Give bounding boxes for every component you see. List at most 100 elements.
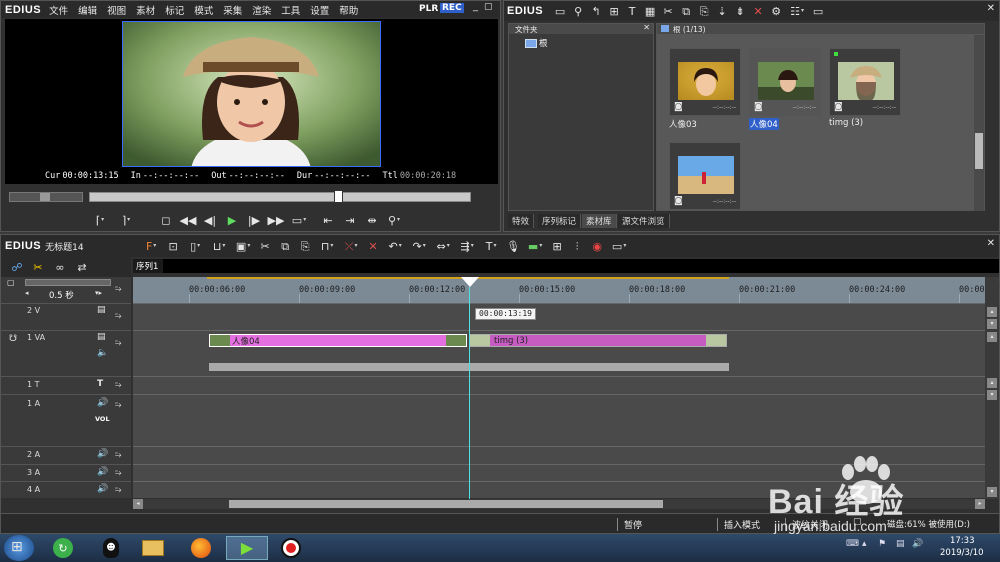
effect-mode-icon[interactable]: F ▾ <box>139 241 163 252</box>
bin-menu-icon[interactable]: ▭ <box>809 6 827 17</box>
scroll-up-icon[interactable]: ▴ <box>987 332 997 342</box>
view-icon[interactable]: ☷ ▾ <box>785 6 809 17</box>
clip-card[interactable]: ◙ --:--:--:-- <box>829 48 901 116</box>
taskbar-app-edius[interactable]: ▶ <box>226 536 268 560</box>
undo-icon[interactable]: ↶ ▾ <box>383 241 407 252</box>
bin-close-icon[interactable]: ✕ <box>987 4 995 14</box>
open-project-icon[interactable]: ⊔ ▾ <box>207 241 231 252</box>
video-track-icon[interactable]: ▤ <box>97 333 106 342</box>
track-header-a2[interactable]: 2 A 🔊 ⥲ <box>1 446 131 464</box>
shuttle-knob[interactable] <box>40 193 50 201</box>
track-expand-icon[interactable]: ⥲ <box>115 469 121 477</box>
track-lane-a1[interactable] <box>133 394 985 446</box>
track-lane-va1[interactable]: 人像04 timg (3) <box>133 330 985 376</box>
menu-capture[interactable]: 采集 <box>223 3 242 17</box>
scroll-down-icon[interactable]: ▾ <box>987 487 997 497</box>
overwrite-to-timeline-icon[interactable]: ⇥ <box>339 215 361 226</box>
add-to-timeline-icon[interactable]: ⇟ <box>731 6 749 17</box>
taskbar-app-qq[interactable]: ☻ <box>96 537 126 559</box>
sync-icon[interactable]: ∞ <box>49 262 71 273</box>
tab-sequence-markers[interactable]: 序列标记 <box>538 214 582 228</box>
play-icon[interactable]: ▶ <box>221 215 243 226</box>
folder-icon[interactable]: ▭ <box>551 6 569 17</box>
lock-icon[interactable]: ▢ <box>7 279 15 287</box>
menu-render[interactable]: 渲染 <box>252 3 271 17</box>
track-expand-icon[interactable]: ⥲ <box>115 339 121 347</box>
edit-mode-icon[interactable]: ✂ <box>27 262 49 273</box>
track-header-va1[interactable]: ☋ 1 VA ▤ 🔈 ⥲ <box>1 330 131 376</box>
scroll-thumb[interactable] <box>975 133 983 169</box>
delete-clip-icon[interactable]: ✕ <box>363 241 383 252</box>
paste-icon[interactable]: ⎘ <box>695 6 713 17</box>
track-expand-icon[interactable]: ⥲ <box>115 486 121 494</box>
clip-card[interactable]: ◙ --:--:--:-- <box>669 142 741 210</box>
rewind-icon[interactable]: ◀◀ <box>177 215 199 226</box>
delete-gap-icon[interactable]: ⤫ ▾ <box>339 241 363 252</box>
save-icon[interactable]: ▣ ▾ <box>231 241 255 252</box>
position-knob[interactable] <box>334 190 343 203</box>
link-icon[interactable]: ⇄ <box>71 262 93 273</box>
track-expand-icon[interactable]: ⥲ <box>115 451 121 459</box>
track-expand-icon[interactable]: ⥲ <box>115 312 121 320</box>
rec-toggle[interactable]: REC <box>440 3 464 13</box>
set-in-icon[interactable]: ⌈ ▾ <box>89 215 111 226</box>
timeline-clip[interactable]: 人像04 <box>209 334 467 347</box>
step-forward-icon[interactable]: |▶ <box>243 215 265 226</box>
track-header-v2[interactable]: 2 V ▤ ⥲ <box>1 303 131 330</box>
sync-lock-icon[interactable]: ☋ <box>9 335 17 344</box>
clip-card-selected[interactable]: ◙ --:--:--:-- <box>749 48 821 116</box>
step-back-icon[interactable]: ◀| <box>199 215 221 226</box>
plr-toggle[interactable]: PLR <box>419 4 438 14</box>
speaker-icon[interactable]: 🔊 <box>97 485 108 494</box>
audio-mute-icon[interactable]: 🔈 <box>97 349 108 358</box>
maximize-icon[interactable]: ▢ <box>484 3 493 12</box>
title-icon[interactable]: T <box>623 6 641 17</box>
delete-icon[interactable]: ✕ <box>749 6 767 17</box>
loop-icon[interactable]: ▭ ▾ <box>287 215 311 226</box>
sequence-tab[interactable]: 序列1 <box>133 259 163 273</box>
cut-icon[interactable]: ✂ <box>255 241 275 252</box>
color-bar-icon[interactable]: ▦ <box>641 6 659 17</box>
tab-effects[interactable]: 特效 <box>508 214 535 228</box>
taskbar-app-firefox[interactable] <box>186 537 216 559</box>
track-header-a3[interactable]: 3 A 🔊 ⥲ <box>1 464 131 481</box>
redo-icon[interactable]: ↷ ▾ <box>407 241 431 252</box>
ruler-mode-icon[interactable]: ⥲ <box>115 285 121 293</box>
track-header-t1[interactable]: 1 T T ⥲ <box>1 376 131 394</box>
match-frame-icon[interactable]: ⇹ <box>361 215 383 226</box>
add-clip-icon[interactable]: ⊞ <box>605 6 623 17</box>
properties-icon[interactable]: ⚙ <box>767 6 785 17</box>
ripple-icon[interactable]: ⇶ ▾ <box>455 241 479 252</box>
voiceover-icon[interactable]: 🎙 <box>503 241 523 252</box>
vol-label[interactable]: VOL <box>95 415 110 423</box>
search-icon[interactable]: ⚲ <box>569 6 587 17</box>
menu-marker[interactable]: 标记 <box>165 3 184 17</box>
speaker-icon[interactable]: 🔊 <box>97 399 108 408</box>
folder-close-icon[interactable]: ✕ <box>643 24 650 32</box>
timeline-close-icon[interactable]: ✕ <box>987 239 995 249</box>
playhead-line[interactable] <box>469 287 470 499</box>
track-header-a1[interactable]: 1 A 🔊 VOL ⥲ <box>1 394 131 446</box>
track-settings-icon[interactable]: ☍ <box>7 262 27 273</box>
menu-mode[interactable]: 模式 <box>194 3 213 17</box>
scroll-up-icon[interactable]: ▴ <box>987 307 997 317</box>
layout-icon[interactable]: ▭ ▾ <box>607 241 631 252</box>
video-track-icon[interactable]: ▤ <box>97 306 106 315</box>
shuttle-slider[interactable] <box>9 192 83 202</box>
track-lane-t1[interactable] <box>133 376 985 394</box>
cut-icon[interactable]: ✂ <box>659 6 677 17</box>
new-sequence-icon[interactable]: ▯ ▾ <box>183 241 207 252</box>
track-lane-v2[interactable] <box>133 303 985 330</box>
scroll-down-icon[interactable]: ▾ <box>987 319 997 329</box>
mixer-icon[interactable]: ⫶ <box>567 241 587 252</box>
time-ruler[interactable]: 00:00:06:00 00:00:09:00 00:00:12:00 00:0… <box>133 277 1000 303</box>
scroll-up-icon[interactable]: ▴ <box>987 378 997 388</box>
speaker-icon[interactable]: 🔊 <box>97 468 108 477</box>
stop-icon[interactable]: ◻ <box>155 215 177 226</box>
track-header-a4[interactable]: 4 A 🔊 ⥲ <box>1 481 131 498</box>
taskbar-app-recorder[interactable] <box>274 536 308 560</box>
title-track-icon[interactable]: T <box>97 380 103 389</box>
menu-view[interactable]: 视图 <box>107 3 126 17</box>
minimize-icon[interactable]: _ <box>473 2 478 12</box>
content-scrollbar[interactable] <box>974 35 984 211</box>
